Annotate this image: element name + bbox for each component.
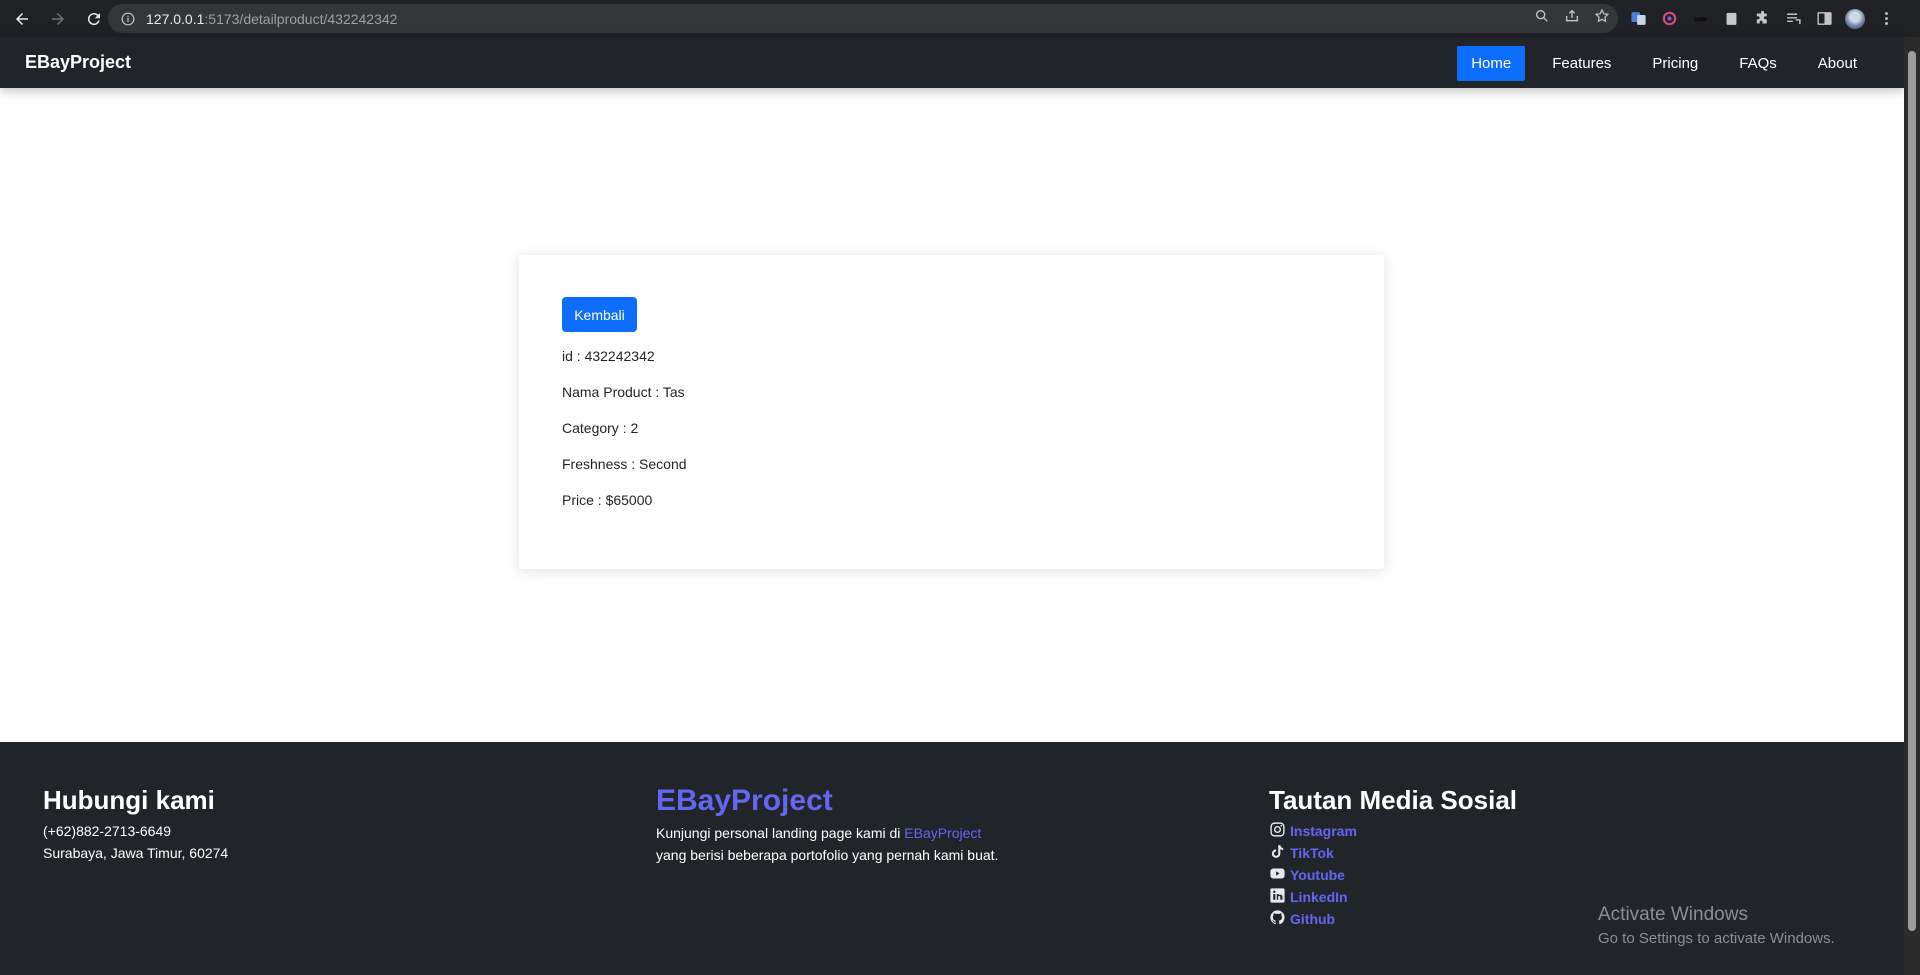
- product-price: Price : $65000: [562, 492, 653, 508]
- dark-extension-icon[interactable]: [1690, 9, 1710, 29]
- social-label-instagram: Instagram: [1290, 823, 1357, 839]
- linkedin-icon: [1269, 887, 1290, 907]
- about-text-before: Kunjungi personal landing page kami di: [656, 825, 905, 841]
- about-title: EBayProject: [656, 784, 833, 817]
- scrollbar-thumb[interactable]: [1908, 51, 1916, 931]
- profile-avatar[interactable]: [1845, 8, 1865, 29]
- reading-list-icon[interactable]: [1783, 9, 1803, 29]
- translate-icon[interactable]: [1628, 9, 1648, 29]
- info-icon[interactable]: [114, 12, 142, 26]
- social-title: Tautan Media Sosial: [1269, 785, 1518, 815]
- footer-social: Tautan Media Sosial Instagram TikTok You…: [1269, 785, 1517, 930]
- nav-link-pricing[interactable]: Pricing: [1638, 46, 1712, 81]
- forward-arrow-icon[interactable]: [42, 3, 74, 35]
- about-text: Kunjungi personal landing page kami di E…: [656, 822, 998, 844]
- windows-activation-watermark: Activate Windows Go to Settings to activ…: [1598, 904, 1835, 947]
- puzzle-icon[interactable]: [1752, 9, 1772, 29]
- watermark-subtitle: Go to Settings to activate Windows.: [1598, 930, 1835, 947]
- contact-title: Hubungi kami: [43, 785, 215, 815]
- url-path: :5173/detailproduct/432242342: [204, 10, 398, 27]
- page-scrollbar[interactable]: [1904, 37, 1920, 975]
- url-text[interactable]: 127.0.0.1:5173/detailproduct/432242342: [146, 11, 397, 27]
- browser-toolbar: 127.0.0.1:5173/detailproduct/432242342: [0, 0, 1920, 37]
- reload-icon[interactable]: [78, 3, 110, 35]
- clipboard-extension-icon[interactable]: [1721, 9, 1741, 29]
- social-link-instagram[interactable]: Instagram: [1269, 820, 1517, 842]
- watermark-title: Activate Windows: [1598, 904, 1748, 925]
- github-icon: [1269, 909, 1290, 929]
- product-detail-card: Kembali id : 432242342 Nama Product : Ta…: [519, 255, 1384, 569]
- social-link-tiktok[interactable]: TikTok: [1269, 842, 1517, 864]
- footer-about: EBayProject Kunjungi personal landing pa…: [656, 784, 998, 866]
- product-name: Nama Product : Tas: [562, 384, 685, 400]
- product-category: Category : 2: [562, 420, 639, 436]
- site-navbar: EBayProject Home Features Pricing FAQs A…: [0, 37, 1904, 88]
- social-label-linkedin: LinkedIn: [1290, 889, 1348, 905]
- nav-link-faqs[interactable]: FAQs: [1725, 46, 1791, 81]
- instagram-icon: [1269, 821, 1290, 841]
- tiktok-icon: [1269, 843, 1290, 863]
- navbar-brand[interactable]: EBayProject: [25, 37, 131, 88]
- navbar-links: Home Features Pricing FAQs About: [1444, 46, 1871, 81]
- nav-link-features[interactable]: Features: [1538, 46, 1625, 81]
- product-id: id : 432242342: [562, 348, 655, 364]
- back-button[interactable]: Kembali: [562, 297, 637, 332]
- nav-link-home[interactable]: Home: [1457, 46, 1526, 81]
- youtube-icon: [1269, 865, 1290, 885]
- footer-contact: Hubungi kami (+62)882-2713-6649 Surabaya…: [43, 785, 228, 864]
- contact-address: Surabaya, Jawa Timur, 60274: [43, 845, 229, 861]
- color-extension-icon[interactable]: [1659, 9, 1679, 29]
- social-link-linkedin[interactable]: LinkedIn: [1269, 886, 1517, 908]
- zoom-icon[interactable]: [1534, 8, 1550, 29]
- menu-icon[interactable]: [1876, 9, 1896, 29]
- product-freshness: Freshness : Second: [562, 456, 687, 472]
- social-link-youtube[interactable]: Youtube: [1269, 864, 1517, 886]
- contact-phone: (+62)882-2713-6649: [43, 823, 172, 839]
- social-link-github[interactable]: Github: [1269, 908, 1517, 930]
- about-text-after: yang berisi beberapa portofolio yang per…: [656, 847, 999, 863]
- nav-link-about[interactable]: About: [1804, 46, 1871, 81]
- address-bar[interactable]: 127.0.0.1:5173/detailproduct/432242342: [108, 4, 1618, 33]
- back-arrow-icon[interactable]: [6, 3, 38, 35]
- star-icon[interactable]: [1594, 8, 1610, 29]
- sidepanel-icon[interactable]: [1814, 9, 1834, 29]
- about-link[interactable]: EBayProject: [904, 825, 981, 841]
- url-host: 127.0.0.1: [146, 10, 205, 27]
- share-icon[interactable]: [1564, 8, 1580, 29]
- social-label-youtube: Youtube: [1290, 867, 1345, 883]
- social-label-tiktok: TikTok: [1290, 845, 1334, 861]
- social-label-github: Github: [1290, 911, 1336, 927]
